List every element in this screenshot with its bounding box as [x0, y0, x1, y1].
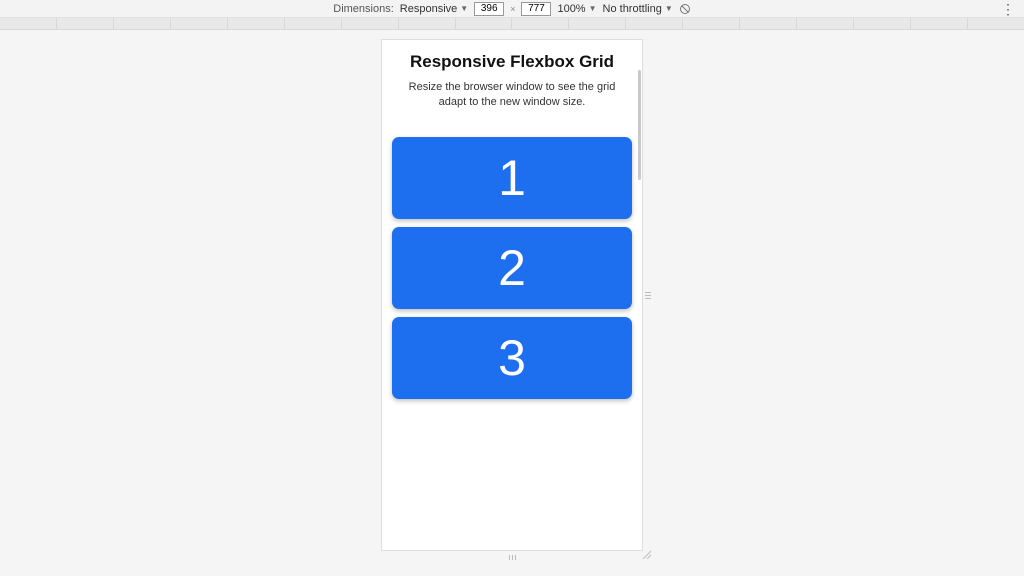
ruler-tick [797, 18, 854, 29]
grid-card: 3 [392, 317, 632, 399]
device-select[interactable]: Responsive ▼ [400, 3, 468, 15]
device-toolbar-center: Dimensions: Responsive ▼ × 100% ▼ No thr… [333, 2, 691, 16]
ruler-tick [911, 18, 968, 29]
throttling-select[interactable]: No throttling ▼ [603, 3, 673, 15]
ruler-tick [171, 18, 228, 29]
resize-handle-bottom[interactable] [499, 555, 525, 560]
ruler-tick [968, 18, 1024, 29]
page-content: Responsive Flexbox Grid Resize the brows… [382, 40, 642, 417]
flexbox-grid: 1 2 3 [392, 137, 632, 409]
device-toolbar: Dimensions: Responsive ▼ × 100% ▼ No thr… [0, 0, 1024, 18]
rotate-icon[interactable] [679, 3, 691, 15]
page-subtitle: Resize the browser window to see the gri… [392, 80, 632, 111]
ruler-tick [740, 18, 797, 29]
page-title: Responsive Flexbox Grid [392, 52, 632, 72]
ruler-tick [114, 18, 171, 29]
kebab-menu-icon[interactable]: ⋮ [1001, 1, 1014, 18]
grid-card: 2 [392, 227, 632, 309]
ruler-tick [626, 18, 683, 29]
caret-down-icon: ▼ [589, 4, 597, 13]
ruler-tick [0, 18, 57, 29]
caret-down-icon: ▼ [665, 4, 673, 13]
zoom-value: 100% [557, 3, 585, 15]
ruler [0, 18, 1024, 30]
dimensions-label: Dimensions: [333, 3, 394, 15]
ruler-tick [683, 18, 740, 29]
grid-card: 1 [392, 137, 632, 219]
ruler-tick [569, 18, 626, 29]
dimension-separator: × [510, 4, 515, 14]
device-frame-wrapper: Responsive Flexbox Grid Resize the brows… [382, 40, 642, 550]
viewport-area: Responsive Flexbox Grid Resize the brows… [0, 30, 1024, 576]
caret-down-icon: ▼ [460, 4, 468, 13]
width-input[interactable] [474, 2, 504, 16]
ruler-tick [399, 18, 456, 29]
ruler-tick [342, 18, 399, 29]
device-select-value: Responsive [400, 3, 457, 15]
resize-handle-right[interactable] [645, 280, 651, 310]
ruler-tick [456, 18, 513, 29]
throttling-value: No throttling [603, 3, 662, 15]
device-frame[interactable]: Responsive Flexbox Grid Resize the brows… [382, 40, 642, 550]
ruler-tick [228, 18, 285, 29]
ruler-tick [57, 18, 114, 29]
resize-handle-corner[interactable] [641, 549, 651, 559]
height-input[interactable] [521, 2, 551, 16]
ruler-tick [512, 18, 569, 29]
zoom-select[interactable]: 100% ▼ [557, 3, 596, 15]
ruler-tick [854, 18, 911, 29]
ruler-tick [285, 18, 342, 29]
